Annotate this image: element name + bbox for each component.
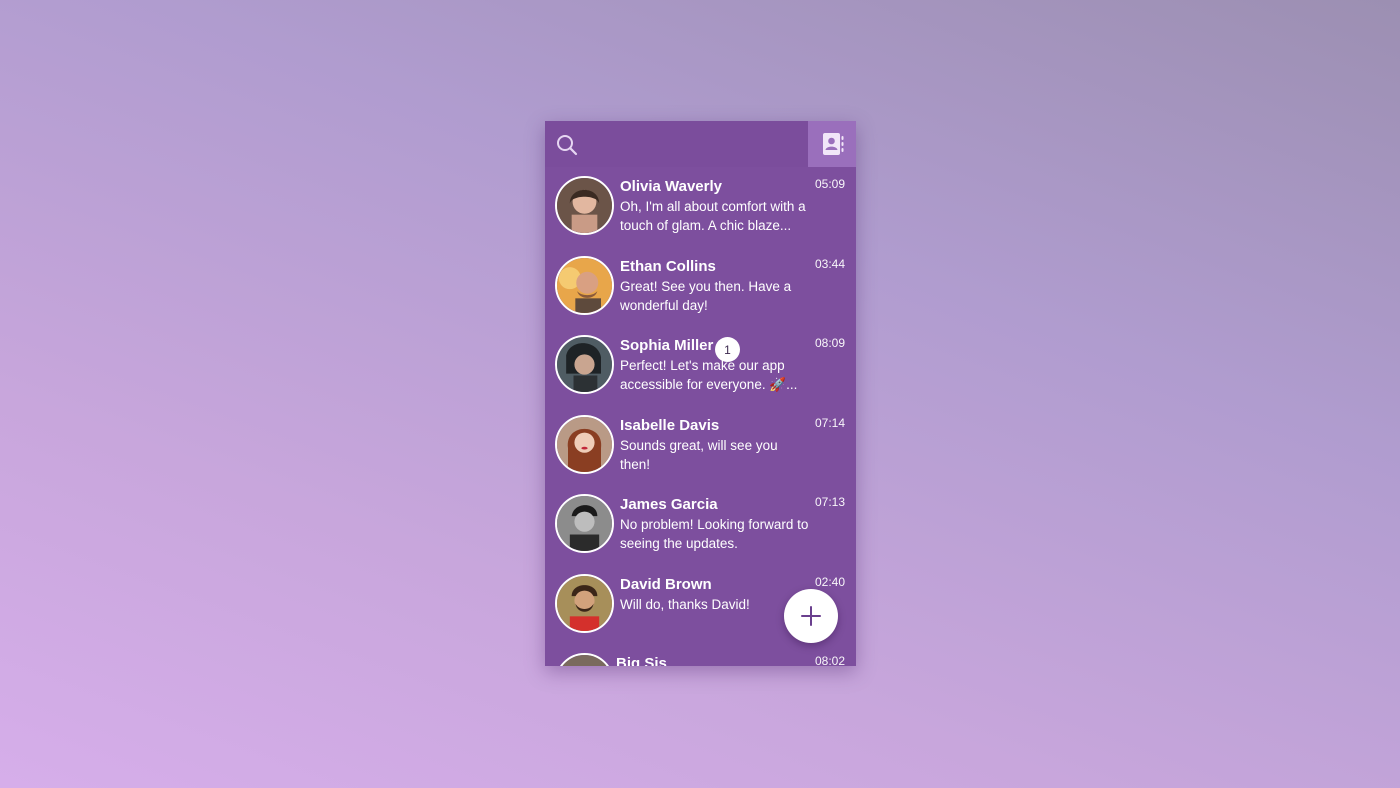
conversation-row[interactable]: Olivia Waverly Oh, I'm all about comfort… xyxy=(545,167,856,247)
unread-badge: 1 xyxy=(715,337,740,362)
message-preview: Will do, thanks David! xyxy=(620,596,750,612)
message-time: 08:02 xyxy=(814,654,845,666)
contact-name: Ethan Collins xyxy=(620,257,716,275)
contact-name: Olivia Waverly xyxy=(620,178,722,195)
contacts-book-icon xyxy=(823,133,844,155)
contact-name: Sophia Miller xyxy=(620,337,714,354)
message-preview: No problem! Looking forward to seeing th… xyxy=(620,517,809,551)
avatar xyxy=(555,335,614,394)
search-icon[interactable] xyxy=(555,133,579,157)
avatar xyxy=(555,414,614,474)
conversation-row[interactable]: Big Sis 08:02 xyxy=(545,644,856,666)
message-time: 05:09 xyxy=(814,177,845,191)
new-chat-button[interactable] xyxy=(784,589,838,643)
contact-name: James Garcia xyxy=(620,496,718,513)
contact-name: Big Sis xyxy=(616,655,667,666)
conversation-row[interactable]: Sophia Miller Perfect! Let's make our ap… xyxy=(545,326,856,406)
contacts-button[interactable] xyxy=(808,121,856,167)
avatar xyxy=(555,573,614,633)
contact-name: Isabelle Davis xyxy=(620,416,720,434)
message-time: 03:44 xyxy=(814,256,845,271)
conversation-row[interactable]: Isabelle Davis Sounds great, will see yo… xyxy=(545,406,856,486)
message-preview: Oh, I'm all about comfort with a touch o… xyxy=(620,199,806,233)
avatar xyxy=(555,176,614,235)
avatar xyxy=(555,255,614,315)
conversation-row[interactable]: Ethan Collins Great! See you then. Have … xyxy=(545,247,856,327)
message-time: 08:09 xyxy=(814,336,845,350)
message-time: 02:40 xyxy=(814,574,845,589)
chat-list-panel: Olivia Waverly Oh, I'm all about comfort… xyxy=(545,121,856,666)
conversation-row[interactable]: James Garcia No problem! Looking forward… xyxy=(545,485,856,565)
message-preview: Great! See you then. Have a wonderful da… xyxy=(620,278,792,313)
avatar xyxy=(555,653,614,666)
message-time: 07:14 xyxy=(814,415,845,430)
contact-name: David Brown xyxy=(620,575,712,593)
message-preview: Perfect! Let's make our app accessible f… xyxy=(620,358,798,392)
message-preview: Sounds great, will see you then! xyxy=(620,437,778,472)
plus-icon xyxy=(801,606,821,626)
top-bar xyxy=(545,121,856,167)
message-time: 07:13 xyxy=(814,495,845,509)
avatar xyxy=(555,494,614,553)
